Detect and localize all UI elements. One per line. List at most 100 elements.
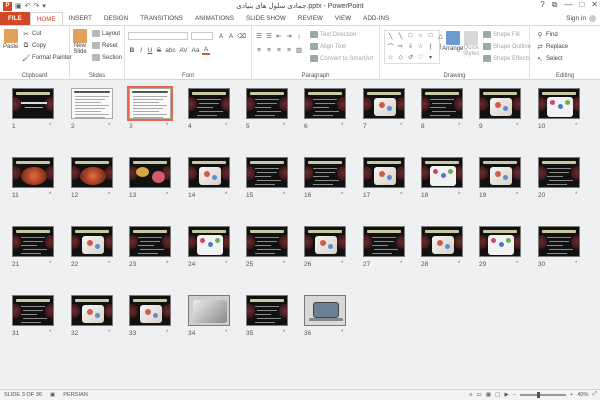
slide-transition-star-icon[interactable]: * xyxy=(283,123,285,129)
slide-transition-star-icon[interactable]: * xyxy=(341,330,343,336)
shape-outline-button[interactable]: Shape Outline xyxy=(483,43,531,50)
slide-transition-star-icon[interactable]: * xyxy=(108,261,110,267)
slide-thumbnail[interactable] xyxy=(12,295,54,326)
slide-counter[interactable]: SLIDE 3 OF 36 xyxy=(0,392,46,398)
slide-transition-star-icon[interactable]: * xyxy=(166,261,168,267)
line-shape-icon[interactable]: ⌒ xyxy=(386,42,395,53)
slide-transition-star-icon[interactable]: * xyxy=(575,123,577,129)
reading-view-icon[interactable]: ▢ xyxy=(495,392,500,398)
avatar[interactable] xyxy=(589,15,596,22)
slide-thumbnail[interactable] xyxy=(538,157,580,188)
slide-thumbnail[interactable] xyxy=(363,226,405,257)
language-indicator[interactable]: PERSIAN xyxy=(59,392,92,398)
new-slide-button[interactable]: New Slide xyxy=(73,29,87,55)
paste-button[interactable]: Paste xyxy=(3,29,18,50)
slide-thumbnail[interactable] xyxy=(479,88,521,119)
font-family-select[interactable] xyxy=(128,32,188,40)
slide-transition-star-icon[interactable]: * xyxy=(49,192,51,198)
slide-transition-star-icon[interactable]: * xyxy=(166,192,168,198)
tab-file[interactable]: FILE xyxy=(0,12,30,25)
bullets-icon[interactable]: ☰ xyxy=(255,32,263,40)
shape-effects-button[interactable]: Shape Effects xyxy=(483,55,530,62)
shadow-button[interactable]: abc xyxy=(164,47,177,54)
slide-thumbnail[interactable] xyxy=(304,88,346,119)
slide-transition-star-icon[interactable]: * xyxy=(516,192,518,198)
strikethrough-button[interactable]: S xyxy=(155,47,163,54)
customize-qat-icon[interactable]: ▾ xyxy=(42,2,46,10)
quick-styles-button[interactable]: Quick Styles xyxy=(463,31,479,57)
notes-icon[interactable]: ≡ xyxy=(469,392,472,398)
slide-transition-star-icon[interactable]: * xyxy=(400,123,402,129)
rect-shape-icon[interactable]: □ xyxy=(426,32,435,41)
tab-design[interactable]: DESIGN xyxy=(98,12,134,25)
slide-sorter[interactable]: 1 * 2 * 3 * 4 * 5 * 6 * 7 * 8 * 9 * 10 * 11 * 12 * 13 * 14 * 15 * 16 * 1… xyxy=(0,80,600,389)
section-button[interactable]: Section xyxy=(92,54,122,61)
slide-thumbnail[interactable] xyxy=(71,295,113,326)
more-shapes-icon[interactable]: ▾ xyxy=(426,53,435,62)
tab-review[interactable]: REVIEW xyxy=(292,12,329,25)
star-shape-icon[interactable]: ☆ xyxy=(416,42,425,53)
maximize-icon[interactable]: □ xyxy=(579,0,584,10)
line-shape-icon[interactable]: ╲ xyxy=(386,32,395,41)
align-center-icon[interactable]: ≡ xyxy=(265,47,273,54)
fit-slide-icon[interactable]: ⤢ xyxy=(593,391,597,398)
character-spacing-button[interactable]: AV xyxy=(178,47,189,54)
slide-transition-star-icon[interactable]: * xyxy=(49,123,51,129)
normal-view-icon[interactable]: ▭ xyxy=(477,392,482,398)
slide-thumbnail[interactable] xyxy=(304,295,346,326)
slide-transition-star-icon[interactable]: * xyxy=(400,192,402,198)
select-button[interactable]: ↖ Select xyxy=(536,55,562,63)
slide-thumbnail[interactable] xyxy=(304,226,346,257)
slide-thumbnail[interactable] xyxy=(12,88,54,119)
arrow-shape-icon[interactable]: ⇨ xyxy=(396,42,405,53)
slide-transition-star-icon[interactable]: * xyxy=(283,330,285,336)
italic-button[interactable]: I xyxy=(137,47,145,54)
justify-icon[interactable]: ≡ xyxy=(285,47,293,54)
zoom-level[interactable]: 40% xyxy=(577,392,588,398)
copy-button[interactable]: ⧉ Copy xyxy=(22,42,46,50)
tab-animations[interactable]: ANIMATIONS xyxy=(189,12,240,25)
slide-thumbnail[interactable] xyxy=(129,295,171,326)
replace-button[interactable]: ⇄ Replace xyxy=(536,43,568,51)
arrow-shape-icon[interactable]: ↺ xyxy=(406,53,415,62)
brace-shape-icon[interactable]: { xyxy=(426,42,435,53)
change-case-button[interactable]: Aa xyxy=(190,47,201,54)
slide-thumbnail[interactable] xyxy=(71,226,113,257)
reset-button[interactable]: Reset xyxy=(92,42,118,49)
slide-thumbnail[interactable] xyxy=(246,226,288,257)
clear-format-icon[interactable]: ⌫ xyxy=(237,32,246,40)
slide-thumbnail[interactable] xyxy=(71,157,113,188)
slide-transition-star-icon[interactable]: * xyxy=(575,261,577,267)
redo-icon[interactable]: ↷ xyxy=(34,2,40,10)
shrink-font-icon[interactable]: A xyxy=(227,33,235,40)
slide-thumbnail[interactable] xyxy=(421,157,463,188)
slide-thumbnail[interactable] xyxy=(188,295,230,326)
slide-thumbnail[interactable] xyxy=(129,157,171,188)
slide-thumbnail[interactable] xyxy=(538,88,580,119)
oval-shape-icon[interactable]: ○ xyxy=(416,32,425,41)
grow-font-icon[interactable]: A xyxy=(217,33,225,40)
slide-transition-star-icon[interactable]: * xyxy=(108,330,110,336)
slide-thumbnail[interactable] xyxy=(188,157,230,188)
slide-transition-star-icon[interactable]: * xyxy=(49,330,51,336)
undo-icon[interactable]: ↶ xyxy=(25,2,31,10)
slide-thumbnail[interactable] xyxy=(304,157,346,188)
tab-add-ins[interactable]: ADD-INS xyxy=(357,12,395,25)
slide-thumbnail[interactable] xyxy=(479,226,521,257)
save-icon[interactable]: ▣ xyxy=(15,2,22,10)
slide-transition-star-icon[interactable]: * xyxy=(225,123,227,129)
tab-view[interactable]: VIEW xyxy=(329,12,357,25)
line-spacing-icon[interactable]: ↕ xyxy=(295,33,303,40)
zoom-out-icon[interactable]: − xyxy=(513,392,516,398)
tab-transitions[interactable]: TRANSITIONS xyxy=(134,12,189,25)
slide-transition-star-icon[interactable]: * xyxy=(458,261,460,267)
rect-shape-icon[interactable]: □ xyxy=(406,32,415,41)
layout-button[interactable]: Layout xyxy=(92,30,120,37)
slide-transition-star-icon[interactable]: * xyxy=(400,261,402,267)
arrow-shape-icon[interactable]: ⇩ xyxy=(406,42,415,53)
slide-thumbnail[interactable] xyxy=(538,226,580,257)
slide-transition-star-icon[interactable]: * xyxy=(283,192,285,198)
slide-thumbnail[interactable] xyxy=(246,295,288,326)
zoom-slider[interactable] xyxy=(520,391,567,398)
align-right-icon[interactable]: ≡ xyxy=(275,47,283,54)
